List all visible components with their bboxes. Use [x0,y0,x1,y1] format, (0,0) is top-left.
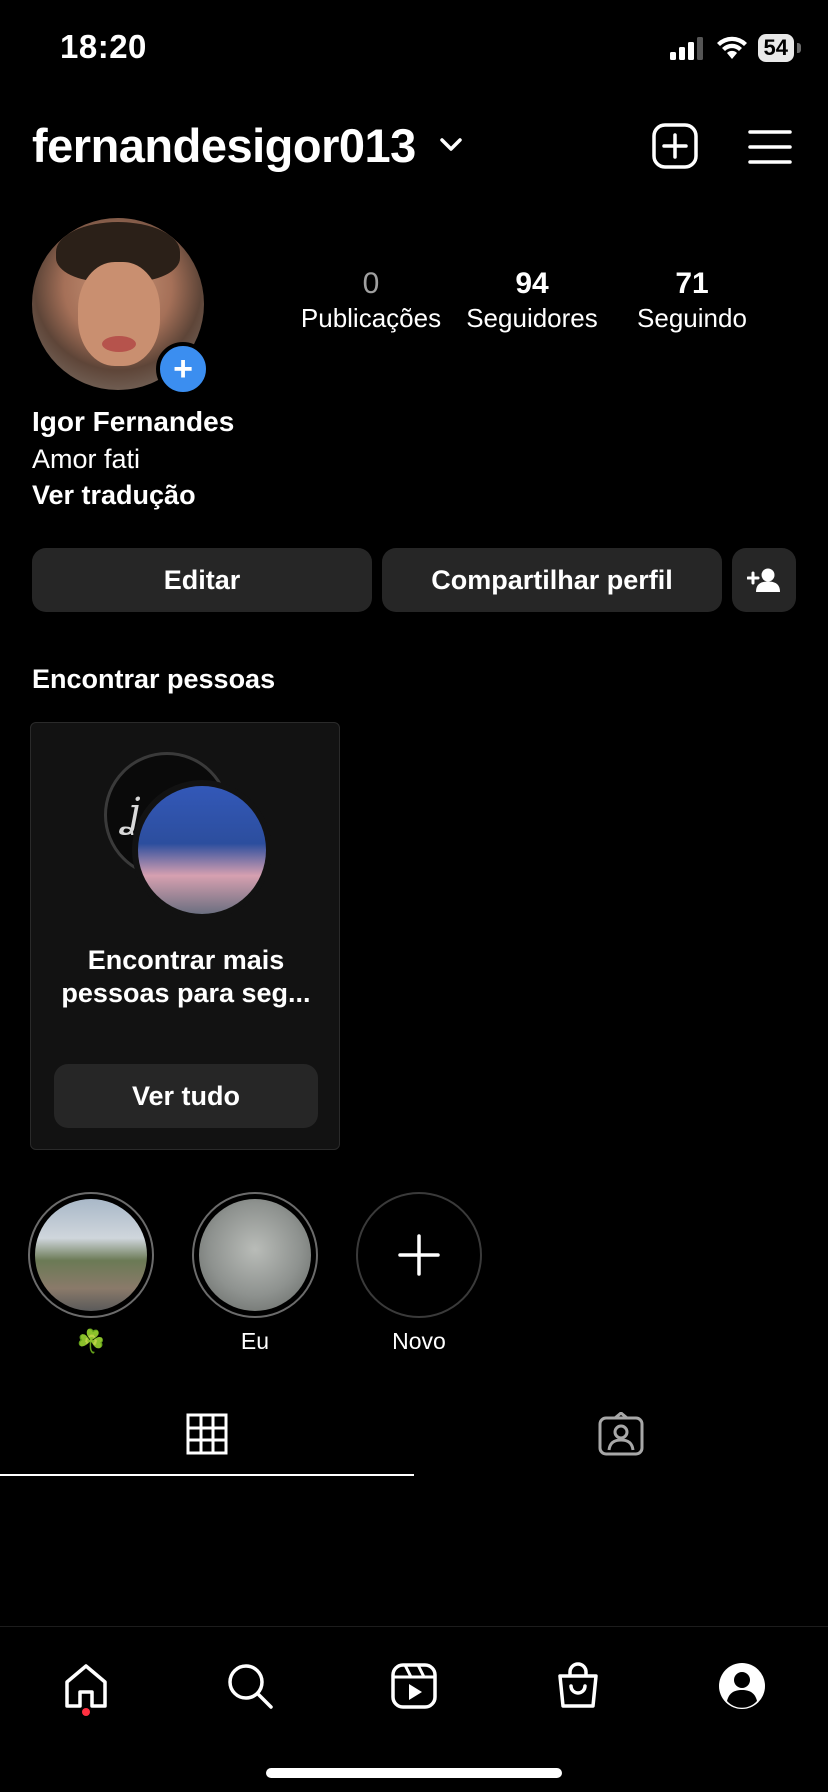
see-all-button[interactable]: Ver tudo [54,1064,318,1128]
posts-label: Publicações [300,303,442,333]
status-time: 18:20 [60,28,147,65]
highlight-item[interactable]: Eu [192,1192,318,1355]
find-people-title: Encontrar pessoas [32,664,276,694]
new-highlight-ring [356,1192,482,1318]
posts-count: 0 [362,267,380,300]
tab-posts-grid[interactable] [0,1392,414,1476]
tagged-person-icon [598,1412,644,1456]
discover-people-button[interactable] [732,548,796,612]
highlight-ring [192,1192,318,1318]
plus-icon [398,1234,440,1276]
nav-search[interactable] [214,1650,286,1722]
username-switcher[interactable]: fernandesigor013 [32,118,416,173]
add-story-plus-icon[interactable]: + [156,342,210,396]
home-indicator[interactable] [266,1768,562,1778]
suggestion-avatar-front [138,786,266,914]
reels-icon [391,1663,437,1709]
profile-bio: Amor fati [32,444,141,474]
profile-icon [719,1663,765,1709]
nav-profile[interactable] [706,1650,778,1722]
new-highlight-item[interactable]: Novo [356,1192,482,1355]
search-icon [228,1664,273,1709]
followers-label: Seguidores [466,303,598,333]
highlight-label: Novo [392,1328,446,1354]
following-count: 71 [675,267,709,300]
see-translation-link[interactable]: Ver tradução [32,480,196,511]
nav-shop[interactable] [542,1650,614,1722]
battery-indicator: 54 [757,34,802,62]
highlight-thumbnail [199,1199,311,1311]
tab-tagged[interactable] [414,1392,828,1476]
active-tab-indicator [0,1474,414,1476]
suggestion-card-text: Encontrar mais pessoas para seg... [46,944,326,1010]
card-text-line1: Encontrar mais [87,945,285,975]
menu-icon[interactable] [748,128,792,166]
share-profile-button[interactable]: Compartilhar perfil [382,548,722,612]
highlight-label: ☘️ [76,1328,106,1354]
highlight-thumbnail [35,1199,147,1311]
add-person-icon [747,568,780,592]
edit-profile-button[interactable]: Editar [32,548,372,612]
chevron-down-icon[interactable] [438,136,464,154]
home-notification-dot [82,1708,90,1716]
bottom-nav-divider [0,1626,828,1627]
home-icon [65,1664,107,1708]
status-icons: 54 [669,34,802,62]
wifi-icon [716,36,747,59]
profile-name: Igor Fernandes [32,406,235,437]
cellular-signal-icon [669,37,703,60]
grid-icon [186,1413,228,1455]
highlight-item[interactable]: ☘️ [28,1192,154,1355]
nav-reels[interactable] [378,1650,450,1722]
following-label: Seguindo [637,303,747,333]
stat-posts[interactable]: 0 Publicações [296,266,446,334]
highlight-ring [28,1192,154,1318]
shopping-bag-icon [558,1662,598,1708]
stat-following[interactable]: 71 Seguindo [624,266,760,334]
create-post-icon[interactable] [652,123,698,169]
card-text-line2: pessoas para seg... [61,978,311,1008]
highlight-label: Eu [240,1328,270,1354]
followers-count: 94 [515,267,549,300]
stat-followers[interactable]: 94 Seguidores [456,266,608,334]
